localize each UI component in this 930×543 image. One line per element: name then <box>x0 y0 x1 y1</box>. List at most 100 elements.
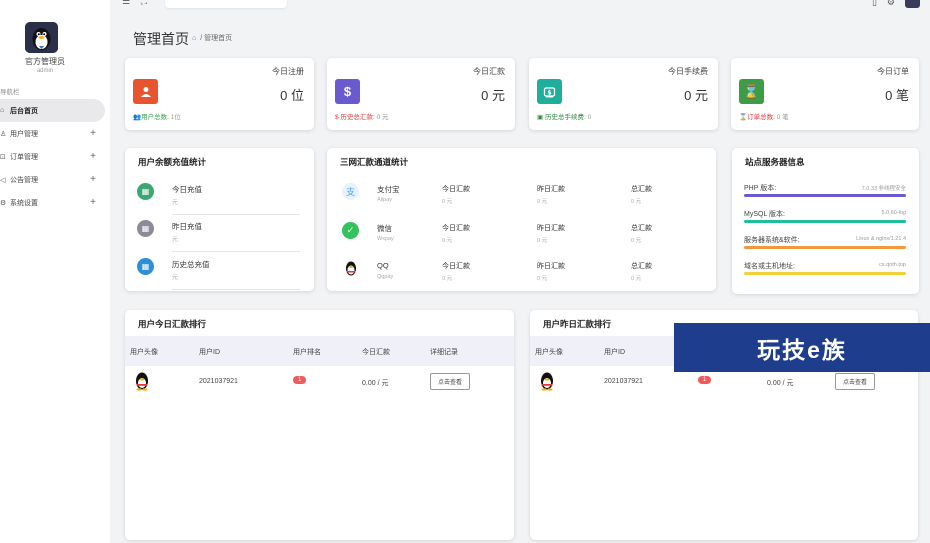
sidebar: 官方管理员 admin 导航栏 ⌂ 后台首页 ♙ 用户管理 + ⊡ 订单管理 +… <box>0 0 110 543</box>
home-icon: ⌂ <box>0 107 5 114</box>
view-details-button[interactable]: 点击查看 <box>835 373 876 390</box>
col-header: 用户头像 <box>535 349 563 356</box>
rank-badge: 1 <box>698 376 712 384</box>
server-info-card: 站点服务器信息 PHP 版本: 7.0.33 非线程安全 MySQL 版本: 5… <box>732 148 919 294</box>
channel-name: 支付宝 <box>377 185 400 194</box>
col-today-value: 0 元 <box>442 238 453 244</box>
sidebar-item-notices[interactable]: ◁ 公告管理 + <box>0 168 105 191</box>
server-row-domain: 域名或主机地址: cs.qoth.top <box>744 261 906 283</box>
amount: 0.00 / 元 <box>767 380 794 387</box>
server-key: MySQL 版本: <box>744 211 785 218</box>
stat-label: 今日手续费 <box>668 67 708 76</box>
section-title: 三网汇款通道统计 <box>340 157 409 167</box>
expand-plus-icon[interactable]: + <box>90 174 96 185</box>
amount: 0.00 / 元 <box>362 380 389 387</box>
server-value: Linux & nginx/1.21.4 <box>856 236 906 242</box>
menu-toggle-icon[interactable]: ☰ <box>122 0 130 6</box>
stat-foot: 👥用户总数: 1位 <box>133 111 181 121</box>
col-yesterday-label: 昨日汇款 <box>537 263 565 270</box>
sidebar-item-label: 系统设置 <box>10 199 38 207</box>
server-value: 7.0.33 非线程安全 <box>861 186 906 192</box>
svg-text:$: $ <box>547 89 551 96</box>
channel-row-qqpay: QQ Qqpay 今日汇款 0 元 昨日汇款 0 元 总汇款 0 元 <box>339 256 709 292</box>
sidebar-item-settings[interactable]: ⚙ 系统设置 + <box>0 191 105 214</box>
user-icon: ♙ <box>0 130 7 138</box>
document-icon[interactable]: ▯ <box>872 0 877 8</box>
stat-foot-label: 订单总数: <box>747 114 775 121</box>
stat-foot: ▣ 历史总手续费: 0 <box>537 111 591 121</box>
search-input[interactable] <box>165 0 287 8</box>
stat-foot-label: 用户总数: <box>141 114 169 121</box>
admin-avatar[interactable] <box>25 22 58 53</box>
topbar-right: ▯ ⚙ <box>872 0 920 8</box>
sidebar-item-label: 后台首页 <box>10 107 38 115</box>
channel-sub: Alipay <box>377 197 392 203</box>
calendar-icon: ▦ <box>137 220 154 237</box>
col-today-value: 0 元 <box>442 199 453 205</box>
section-title: 用户昨日汇款排行 <box>543 319 612 329</box>
col-today-value: 0 元 <box>442 276 453 282</box>
section-title: 站点服务器信息 <box>745 157 805 167</box>
col-yesterday-value: 0 元 <box>537 276 548 282</box>
server-row-os: 服务器系统&软件: Linux & nginx/1.21.4 <box>744 235 906 257</box>
col-today-label: 今日汇款 <box>442 225 470 232</box>
server-value: 5.0.60-log <box>881 210 906 216</box>
calendar-icon: ▦ <box>137 183 154 200</box>
stat-value: 0 元 <box>481 88 505 103</box>
home-icon[interactable]: ⌂ <box>192 35 196 42</box>
qq-avatar-icon <box>136 372 148 391</box>
server-value: cs.qoth.top <box>879 262 906 268</box>
col-total-label: 总汇款 <box>631 225 652 232</box>
watermark-logo: 玩技e族 <box>674 323 930 372</box>
money-bag-icon: $ <box>537 79 562 104</box>
section-title: 用户余额充值统计 <box>138 157 207 167</box>
server-row-php: PHP 版本: 7.0.33 非线程安全 <box>744 183 906 205</box>
hourglass-icon: ⌛ <box>739 79 764 104</box>
sidebar-item-label: 用户管理 <box>10 130 38 138</box>
sidebar-item-label: 公告管理 <box>10 176 38 184</box>
breadcrumb: / ⌂ / 管理首页 <box>186 35 233 42</box>
wechat-icon: ✓ <box>342 222 359 239</box>
col-yesterday-label: 昨日汇款 <box>537 225 565 232</box>
stat-foot-value: 0 笔 <box>776 114 789 121</box>
user-id: 2021037921 <box>604 378 643 385</box>
recharge-row-today: ▦ 今日充值 元 <box>135 179 300 215</box>
expand-plus-icon[interactable]: + <box>90 128 96 139</box>
col-header: 用户头像 <box>130 349 158 356</box>
server-key: 服务器系统&软件: <box>744 237 800 244</box>
channel-row-wxpay: ✓ 微信 Wxpay 今日汇款 0 元 昨日汇款 0 元 总汇款 0 元 <box>339 218 709 254</box>
col-total-value: 0 元 <box>631 276 642 282</box>
rank-badge: 1 <box>293 376 307 384</box>
col-today-label: 今日汇款 <box>442 186 470 193</box>
section-title: 用户今日汇款排行 <box>138 319 207 329</box>
gear-icon: ⚙ <box>0 199 7 207</box>
sidebar-item-orders[interactable]: ⊡ 订单管理 + <box>0 145 105 168</box>
server-key: 域名或主机地址: <box>744 263 795 270</box>
alipay-icon: 支 <box>342 183 359 200</box>
col-header: 用户ID <box>199 349 220 356</box>
server-bar <box>744 246 906 249</box>
recharge-label: 历史总充值 <box>172 260 210 269</box>
view-details-button[interactable]: 点击查看 <box>430 373 471 390</box>
rank-today-card: 用户今日汇款排行 用户头像 用户ID 用户排名 今日汇款 详细记录 202103… <box>125 310 514 540</box>
user-icon <box>133 79 158 104</box>
server-bar <box>744 272 906 275</box>
sidebar-item-users[interactable]: ♙ 用户管理 + <box>0 122 105 145</box>
stat-card-orders: 今日订单 0 笔 ⌛ ⌛订单总数: 0 笔 <box>731 58 919 130</box>
sidebar-item-home[interactable]: ⌂ 后台首页 <box>0 99 105 122</box>
col-yesterday-value: 0 元 <box>537 199 548 205</box>
recharge-label: 今日充值 <box>172 185 202 194</box>
expand-plus-icon[interactable]: + <box>90 197 96 208</box>
fullscreen-icon[interactable]: ⛶ <box>141 0 147 6</box>
expand-plus-icon[interactable]: + <box>90 151 96 162</box>
top-avatar[interactable] <box>905 0 920 8</box>
admin-role: admin <box>36 68 54 74</box>
recharge-stats-card: 用户余额充值统计 ▦ 今日充值 元 ▦ 昨日充值 元 ▦ 历史总充值 元 <box>125 148 314 291</box>
stat-label: 今日汇款 <box>473 67 505 76</box>
user-id: 2021037921 <box>199 378 238 385</box>
server-bar <box>744 194 906 197</box>
megaphone-icon: ◁ <box>0 176 6 184</box>
col-total-label: 总汇款 <box>631 263 652 270</box>
settings-gear-icon[interactable]: ⚙ <box>887 0 895 8</box>
stat-foot-label: 历史总汇款: <box>340 114 375 121</box>
